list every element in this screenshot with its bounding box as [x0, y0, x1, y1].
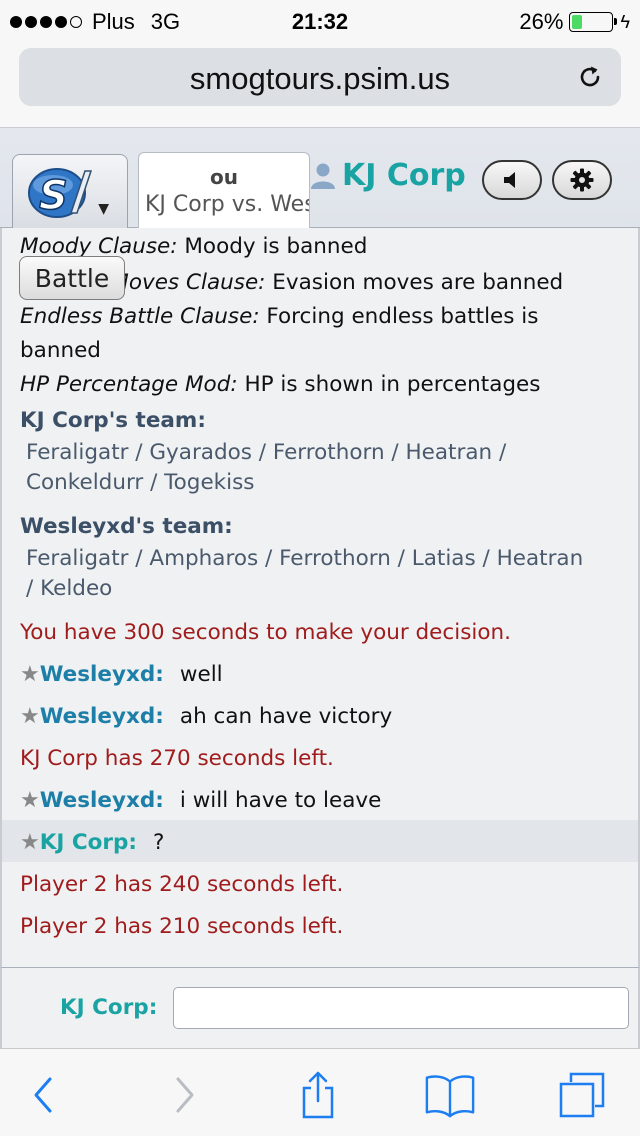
- chat-username[interactable]: Wesleyxd:: [40, 788, 164, 813]
- username: KJ Corp: [342, 158, 466, 193]
- user-info[interactable]: KJ Corp: [310, 158, 466, 193]
- bookmarks-icon: [425, 1075, 475, 1118]
- battle-log[interactable]: Moody Clause: Moody is banned Evasion Mo…: [0, 228, 640, 968]
- star-icon: ★: [20, 662, 40, 687]
- system-message: You have 300 seconds to make your decisi…: [20, 620, 511, 645]
- chat-message: ★ Wesleyxd: well: [20, 662, 223, 687]
- star-icon: ★: [20, 704, 40, 729]
- tabs-button[interactable]: [556, 1069, 608, 1121]
- chat-input-label: KJ Corp:: [60, 995, 158, 1020]
- chat-text: ah can have victory: [179, 704, 393, 729]
- user-icon: [311, 163, 335, 189]
- chat-text: i will have to leave: [179, 788, 382, 813]
- share-button[interactable]: [292, 1069, 344, 1121]
- system-message: Player 2 has 240 seconds left.: [20, 872, 344, 897]
- speaker-icon: [504, 172, 515, 188]
- browser-toolbar: [0, 1048, 640, 1136]
- system-message: KJ Corp has 270 seconds left.: [20, 746, 334, 771]
- rule-line-continued: banned: [20, 338, 101, 363]
- charging-icon: ϟ: [620, 11, 630, 32]
- battery-icon: [569, 12, 618, 32]
- chevron-down-icon: ▼: [98, 201, 109, 217]
- star-icon: ★: [20, 788, 40, 813]
- chat-username[interactable]: KJ Corp:: [40, 830, 137, 855]
- system-message: Player 2 has 210 seconds left.: [20, 914, 344, 939]
- chat-username[interactable]: Wesleyxd:: [40, 704, 164, 729]
- team-heading: Wesleyxd's team:: [20, 514, 233, 539]
- team-list: Feraligatr / Ampharos / Ferrothorn / Lat…: [26, 546, 584, 571]
- team-list: / Keldeo: [26, 576, 113, 601]
- team-list: Feraligatr / Gyarados / Ferrothorn / Hea…: [26, 440, 507, 465]
- app-header: S ▼ ou KJ Corp vs. Wesleyxd KJ Corp: [0, 128, 640, 228]
- forward-button[interactable]: [158, 1069, 210, 1121]
- status-bar: Plus 3G 21:32 26% ϟ: [0, 0, 640, 42]
- main-menu-button[interactable]: S ▼: [12, 154, 128, 228]
- share-icon: [302, 1071, 334, 1119]
- svg-text:S: S: [39, 173, 68, 219]
- battery-percent: 26%: [519, 9, 564, 34]
- showdown-logo-icon: S: [28, 168, 93, 219]
- tabs-icon: [559, 1072, 605, 1118]
- chat-text: well: [179, 662, 223, 687]
- reload-icon[interactable]: [575, 62, 605, 92]
- rule-line: Endless Battle Clause: Forcing endless b…: [20, 304, 539, 329]
- tab-title: KJ Corp vs. Wesleyxd: [145, 192, 309, 217]
- chat-input[interactable]: [173, 987, 629, 1029]
- bookmarks-button[interactable]: [424, 1069, 476, 1121]
- sound-button[interactable]: [482, 160, 542, 200]
- team-list: Conkeldurr / Togekiss: [26, 470, 255, 495]
- chat-message-own: ★ KJ Corp: ?: [20, 830, 164, 855]
- chat-text: ?: [153, 830, 165, 855]
- gear-icon: [570, 168, 594, 192]
- chat-username[interactable]: Wesleyxd:: [40, 662, 164, 687]
- settings-button[interactable]: [552, 160, 612, 200]
- tab-format: ou: [210, 165, 238, 189]
- battle-view-button[interactable]: Battle: [19, 256, 125, 300]
- tab-battle[interactable]: ou KJ Corp vs. Wesleyxd: [138, 152, 310, 228]
- forward-icon: [176, 1077, 194, 1113]
- address-bar[interactable]: smogtours.psim.us: [19, 48, 621, 106]
- star-icon: ★: [20, 830, 40, 855]
- chat-input-bar: KJ Corp:: [0, 968, 640, 1048]
- rule-line: HP Percentage Mod: HP is shown in percen…: [20, 372, 541, 397]
- browser-address-area: smogtours.psim.us: [0, 42, 640, 128]
- chat-message: ★ Wesleyxd: ah can have victory: [20, 704, 392, 729]
- back-button[interactable]: [18, 1069, 70, 1121]
- team-heading: KJ Corp's team:: [20, 408, 206, 433]
- url-text: smogtours.psim.us: [189, 61, 451, 96]
- chat-message: ★ Wesleyxd: i will have to leave: [20, 788, 381, 813]
- back-icon: [34, 1077, 52, 1113]
